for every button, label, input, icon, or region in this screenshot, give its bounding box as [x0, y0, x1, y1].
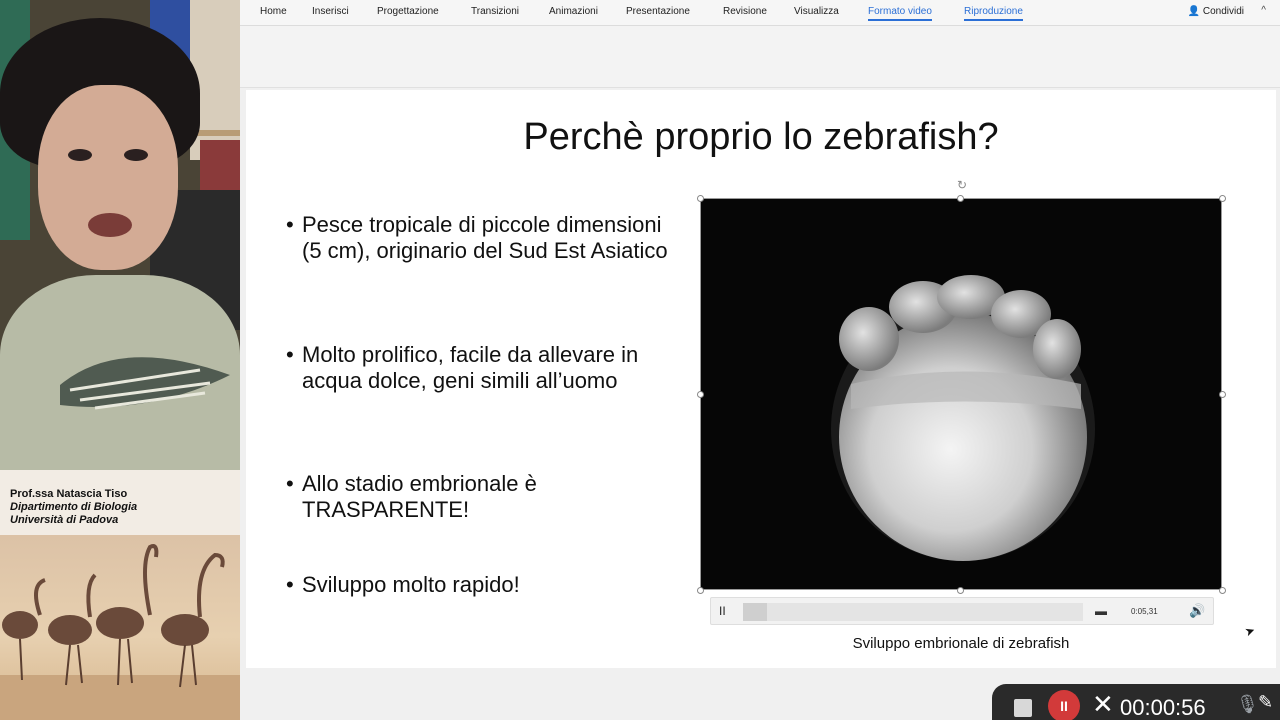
bullet-item[interactable]: • Pesce tropicale di piccole dimensioni … — [286, 212, 676, 264]
resize-handle[interactable] — [957, 195, 964, 202]
slide-title[interactable]: Perchè proprio lo zebrafish? — [246, 116, 1276, 159]
recording-toolbar: II ✕ 00:00:56 🎙 ✎ — [992, 684, 1280, 720]
tab-riproduzione[interactable]: Riproduzione — [964, 6, 1023, 21]
bullet-item[interactable]: • Sviluppo molto rapido! — [286, 572, 676, 598]
recording-elapsed-time: 00:00:56 — [1120, 695, 1206, 720]
presenter-university: Università di Padova — [10, 514, 119, 526]
share-label: Condividi — [1202, 6, 1244, 17]
playback-time: 0:05,31 — [1131, 607, 1158, 616]
pen-icon[interactable]: ✎ — [1258, 692, 1273, 713]
bullet-text: Molto prolifico, facile da allevare in a… — [302, 342, 639, 393]
person-plus-icon: 👤 — [1187, 6, 1201, 17]
presenter-name-card: Prof.ssa Natascia Tiso Dipartimento di B… — [0, 470, 240, 535]
bullet-dot: • — [286, 212, 294, 237]
resize-handle[interactable] — [697, 587, 704, 594]
presenter-shirt — [0, 275, 240, 470]
bullet-item[interactable]: • Molto prolifico, facile da allevare in… — [286, 342, 676, 394]
resize-handle[interactable] — [1219, 195, 1226, 202]
bullet-dot: • — [286, 471, 294, 496]
tab-formato-video[interactable]: Formato video — [868, 6, 932, 21]
stop-recording-icon[interactable] — [1014, 699, 1032, 717]
flamingo-picture — [0, 535, 240, 720]
bullet-text: Allo stadio embrionale è TRASPARENTE! — [302, 471, 537, 522]
video-player-controls: II ▬ 0:05,31 🔊 — [710, 597, 1214, 625]
presenter-webcam — [0, 0, 240, 470]
resize-handle[interactable] — [1219, 391, 1226, 398]
close-recording-icon[interactable]: ✕ — [1092, 689, 1114, 720]
pause-recording-icon[interactable]: II — [1048, 690, 1080, 720]
bullet-dot: • — [286, 572, 294, 597]
tab-transizioni[interactable]: Transizioni — [471, 6, 519, 17]
tab-revisione[interactable]: Revisione — [723, 6, 767, 17]
embedded-video[interactable] — [700, 198, 1222, 590]
seek-bar[interactable] — [743, 603, 1083, 621]
video-caption: Sviluppo embrionale di zebrafish — [852, 635, 1070, 652]
ribbon-tabs: Home Inserisci Progettazione Transizioni… — [240, 0, 1280, 26]
presenter-face — [38, 85, 178, 270]
tab-visualizza[interactable]: Visualizza — [794, 6, 839, 17]
seek-thumb[interactable] — [743, 603, 767, 621]
pause-icon[interactable]: II — [719, 604, 726, 618]
tab-inserisci[interactable]: Inserisci — [312, 6, 349, 17]
tab-progettazione[interactable]: Progettazione — [377, 6, 439, 17]
slide-canvas: Perchè proprio lo zebrafish? • Pesce tro… — [246, 90, 1276, 668]
bullet-dot: • — [286, 342, 294, 367]
screen: Prof.ssa Natascia Tiso Dipartimento di B… — [0, 0, 1280, 720]
bullet-text: Pesce tropicale di piccole dimensioni (5… — [302, 212, 668, 263]
collapse-ribbon-icon[interactable]: ^ — [1261, 5, 1266, 16]
presenter-name: Prof.ssa Natascia Tiso — [10, 488, 128, 500]
share-button[interactable]: 👤 Condividi — [1188, 6, 1244, 17]
bullet-item[interactable]: • Allo stadio embrionale è TRASPARENTE! — [286, 471, 676, 523]
presenter-department: Dipartimento di Biologia — [10, 501, 138, 513]
tab-presentazione[interactable]: Presentazione — [626, 6, 690, 17]
microphone-icon[interactable]: 🎙 — [1236, 694, 1259, 715]
rotate-handle-icon[interactable]: ↻ — [957, 178, 967, 192]
resize-handle[interactable] — [697, 391, 704, 398]
volume-icon[interactable]: 🔊 — [1189, 603, 1205, 619]
zebrafish-embryo-frame — [701, 199, 1221, 589]
tab-animazioni[interactable]: Animazioni — [549, 6, 598, 17]
ribbon-toolbar — [240, 26, 1280, 88]
tab-home[interactable]: Home — [260, 6, 287, 17]
resize-handle[interactable] — [957, 587, 964, 594]
presentation-app: Home Inserisci Progettazione Transizioni… — [240, 0, 1280, 720]
resize-handle[interactable] — [697, 195, 704, 202]
bullet-text: Sviluppo molto rapido! — [302, 572, 520, 597]
resize-handle[interactable] — [1219, 587, 1226, 594]
captions-icon[interactable]: ▬ — [1095, 604, 1107, 618]
